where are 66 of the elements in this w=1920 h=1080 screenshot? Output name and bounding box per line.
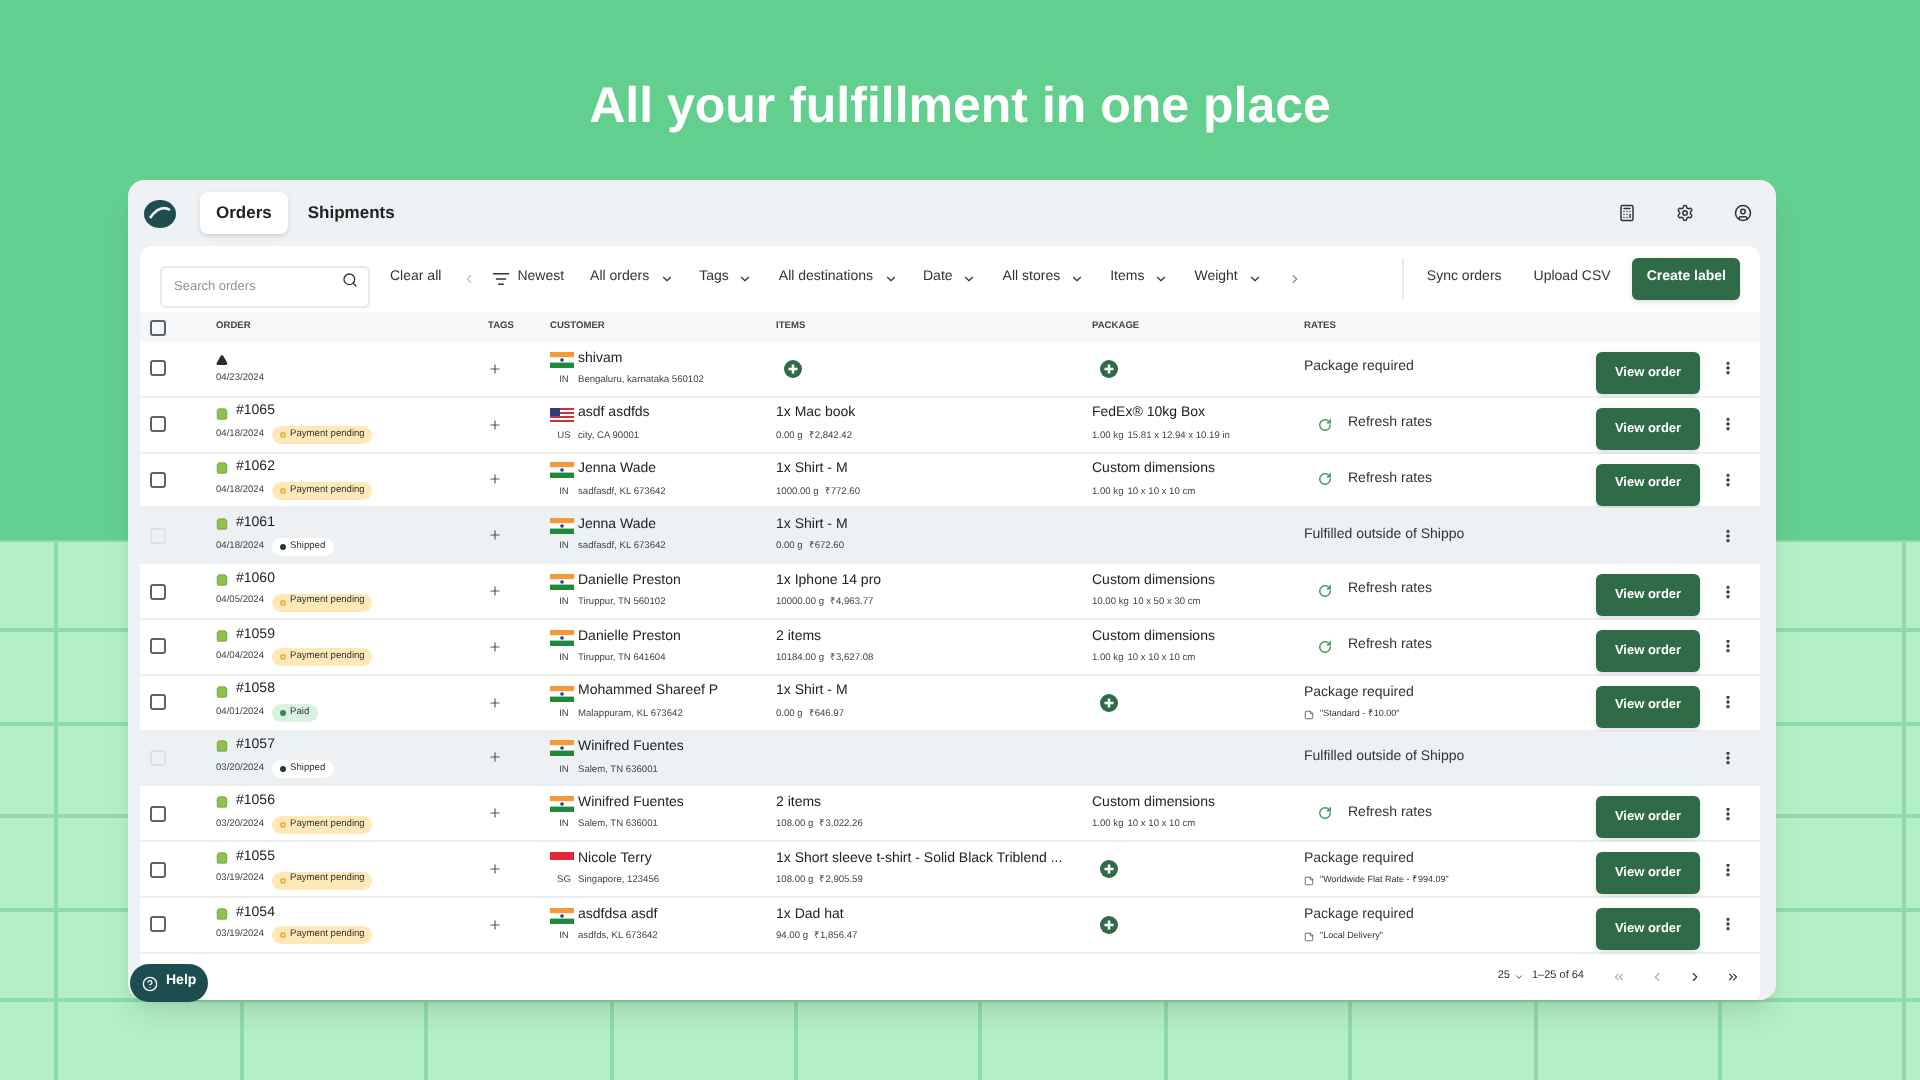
settings-icon[interactable] — [1676, 204, 1694, 222]
chevron-down-icon — [1154, 272, 1169, 286]
headline: All your fulfillment in one place — [587, 76, 1333, 138]
more-options-icon[interactable] — [1720, 638, 1736, 655]
calculator-icon[interactable] — [1618, 204, 1636, 222]
row-checkbox[interactable] — [150, 583, 166, 600]
refresh-icon — [1318, 806, 1332, 821]
select-all-checkbox[interactable] — [150, 319, 166, 335]
scroll-right-icon[interactable] — [1287, 272, 1302, 286]
row-checkbox[interactable] — [150, 360, 166, 377]
nav-tab[interactable]: Shipments — [291, 192, 411, 234]
add-tag-icon[interactable] — [488, 472, 502, 487]
add-tag-icon[interactable] — [488, 695, 502, 710]
row-checkbox[interactable] — [150, 916, 166, 933]
add-tag-icon[interactable] — [488, 361, 502, 376]
add-icon[interactable] — [784, 359, 802, 378]
note-icon — [1304, 876, 1314, 887]
more-options-icon[interactable] — [1720, 861, 1736, 878]
add-tag-icon[interactable] — [488, 862, 502, 877]
refresh-icon — [1318, 417, 1332, 432]
add-icon[interactable] — [1100, 915, 1118, 934]
more-options-icon[interactable] — [1720, 694, 1736, 711]
refresh-icon — [1318, 639, 1332, 654]
more-options-icon[interactable] — [1720, 916, 1736, 933]
chevron-down-icon — [659, 272, 674, 286]
add-tag-icon[interactable] — [488, 750, 502, 765]
logo-icon — [144, 199, 176, 227]
add-icon[interactable] — [1100, 693, 1118, 712]
more-options-icon[interactable] — [1720, 360, 1736, 377]
chevron-down-icon — [738, 272, 753, 286]
add-tag-icon[interactable] — [488, 639, 502, 654]
refresh-icon — [1318, 584, 1332, 599]
chevron-down-icon — [1247, 272, 1262, 286]
more-options-icon[interactable] — [1720, 527, 1736, 544]
row-checkbox[interactable] — [150, 805, 166, 822]
sort-icon — [491, 270, 510, 288]
add-tag-icon[interactable] — [488, 806, 502, 821]
row-checkbox[interactable] — [150, 638, 166, 655]
more-options-icon[interactable] — [1720, 583, 1736, 600]
more-options-icon[interactable] — [1720, 749, 1736, 766]
add-tag-icon[interactable] — [488, 417, 502, 432]
refresh-icon — [1318, 472, 1332, 487]
next-page-icon[interactable] — [1688, 969, 1702, 984]
note-icon — [1304, 932, 1314, 943]
chevron-down-icon — [1070, 272, 1085, 286]
add-icon[interactable] — [1100, 860, 1118, 879]
more-options-icon[interactable] — [1720, 805, 1736, 822]
nav-tab[interactable]: Orders — [200, 192, 288, 234]
last-page-icon[interactable] — [1726, 969, 1740, 984]
row-checkbox[interactable] — [150, 471, 166, 488]
row-checkbox[interactable] — [150, 861, 166, 878]
add-tag-icon[interactable] — [488, 528, 502, 543]
add-tag-icon[interactable] — [488, 584, 502, 599]
row-checkbox[interactable] — [150, 694, 166, 711]
chevron-down-icon — [883, 272, 897, 286]
row-checkbox[interactable] — [150, 416, 166, 433]
help-icon — [142, 975, 158, 991]
add-tag-icon[interactable] — [488, 917, 502, 932]
search-icon[interactable] — [342, 271, 358, 287]
more-options-icon[interactable] — [1720, 471, 1736, 488]
caret-icon — [1514, 971, 1524, 982]
note-icon — [1304, 709, 1314, 720]
account-icon[interactable] — [1734, 204, 1752, 222]
add-icon[interactable] — [1100, 359, 1118, 378]
more-options-icon[interactable] — [1720, 416, 1736, 433]
chevron-down-icon — [962, 272, 977, 286]
